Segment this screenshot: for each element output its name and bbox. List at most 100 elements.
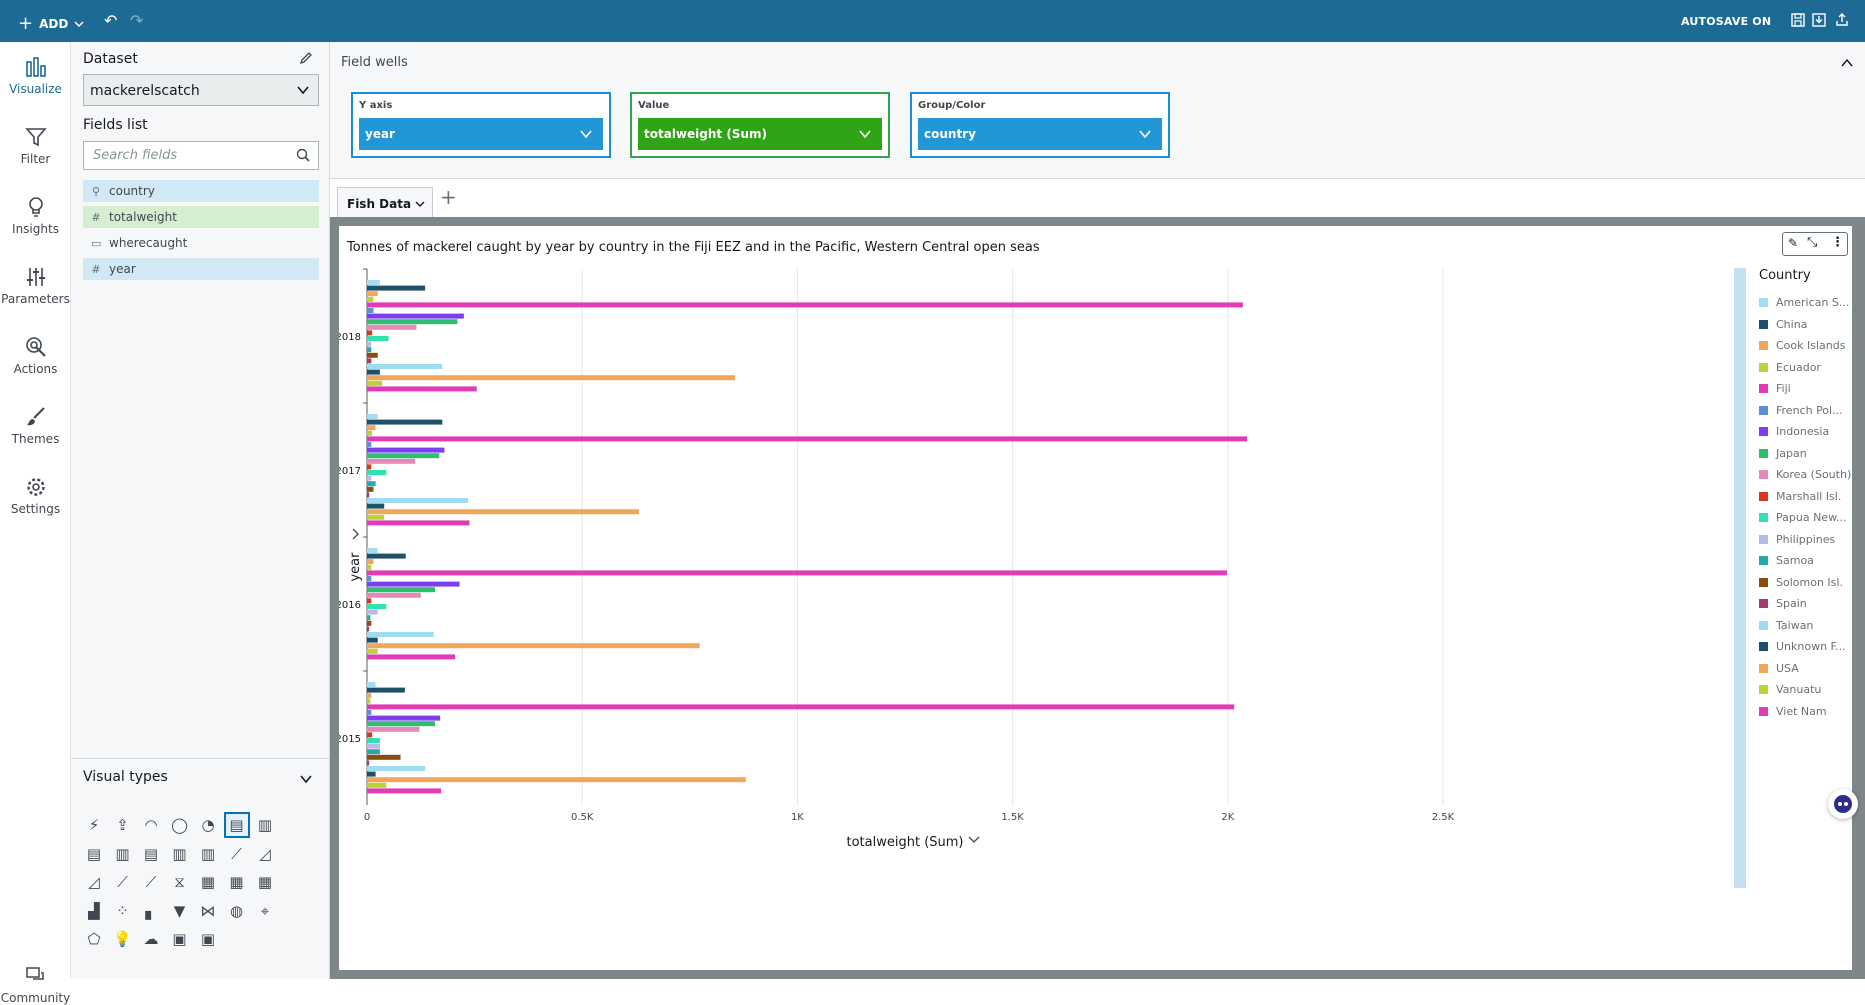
x-tick-label: 2K	[1221, 812, 1234, 823]
point-map-visual-type-icon[interactable]: ⌖	[252, 898, 278, 924]
histogram-visual-type-icon[interactable]: ▖	[138, 898, 164, 924]
gauge-visual-type-icon[interactable]: ◠	[138, 812, 164, 838]
tree-map-visual-type-icon[interactable]: ▟	[81, 898, 107, 924]
chevron-down-icon	[580, 130, 592, 139]
sankey-visual-type-icon[interactable]: ⋈	[195, 898, 221, 924]
bar	[367, 766, 426, 771]
custom-visual-visual-type-icon[interactable]: ▣	[195, 926, 221, 952]
share-icon[interactable]	[1834, 12, 1850, 28]
legend-scrollbar[interactable]	[1734, 268, 1746, 888]
legend-item[interactable]: Viet Nam	[1759, 705, 1827, 718]
word-cloud-visual-type-icon[interactable]: ☁	[138, 926, 164, 952]
field-wherecaught[interactable]: ▭ wherecaught	[83, 232, 319, 254]
legend-item[interactable]: Fiji	[1759, 382, 1791, 395]
scrollbar-thumb[interactable]	[1734, 268, 1746, 888]
well-label: Y axis	[359, 100, 393, 111]
nav-actions[interactable]: Actions	[0, 336, 71, 376]
vertical-100-bar-visual-type-icon[interactable]: ▥	[167, 841, 193, 867]
add-button[interactable]: + ADD	[18, 13, 84, 34]
more-options-icon[interactable]: ⋮	[1831, 235, 1844, 250]
well-y-axis-value[interactable]: year	[359, 118, 603, 150]
donut-visual-type-icon[interactable]: ◯	[167, 812, 193, 838]
legend-item[interactable]: Samoa	[1759, 554, 1814, 567]
field-year[interactable]: # year	[83, 258, 319, 280]
gear-icon	[26, 478, 45, 496]
horizontal-100-bar-visual-type-icon[interactable]: ▤	[138, 841, 164, 867]
pivot-table-visual-type-icon[interactable]: ▦	[224, 869, 250, 895]
legend-item[interactable]: Indonesia	[1759, 425, 1829, 438]
nav-visualize[interactable]: Visualize	[0, 56, 71, 96]
filled-map-visual-type-icon[interactable]: ◍	[224, 898, 250, 924]
nav-parameters[interactable]: Parameters	[0, 266, 71, 306]
vertical-stacked-bar-visual-type-icon[interactable]: ▥	[110, 841, 136, 867]
legend-item[interactable]: Papua New...	[1759, 511, 1847, 524]
field-country[interactable]: ⚲ country	[83, 180, 319, 202]
legend-item[interactable]: Korea (South)	[1759, 468, 1851, 481]
bar	[367, 732, 373, 738]
legend-item[interactable]: Cook Islands	[1759, 339, 1845, 352]
line-visual-type-icon[interactable]: ⟋	[224, 841, 250, 867]
legend-item[interactable]: Unknown F...	[1759, 640, 1846, 653]
radar-visual-type-icon[interactable]: ⬠	[81, 926, 107, 952]
bar	[367, 726, 420, 732]
assistant-bot-icon[interactable]	[1828, 789, 1858, 819]
table-visual-type-icon[interactable]: ▦	[252, 869, 278, 895]
insight-visual-type-icon[interactable]: 💡	[110, 926, 136, 952]
chevron-down-icon[interactable]	[299, 772, 313, 786]
download-icon[interactable]	[1811, 12, 1827, 28]
legend-item[interactable]: Japan	[1759, 447, 1807, 460]
area-line-visual-type-icon[interactable]: ◿	[252, 841, 278, 867]
pie-visual-type-icon[interactable]: ◔	[195, 812, 221, 838]
well-value-value[interactable]: totalweight (Sum)	[638, 118, 882, 150]
bar	[367, 308, 374, 313]
autograph-visual-type-icon[interactable]: ⚡	[81, 812, 107, 838]
field-totalweight[interactable]: # totalweight	[83, 206, 319, 228]
scatter-visual-type-icon[interactable]: ⁘	[110, 898, 136, 924]
legend-item[interactable]: Spain	[1759, 597, 1807, 610]
undo-icon[interactable]: ↶	[104, 11, 117, 30]
vertical-bar-visual-type-icon[interactable]: ▥	[252, 812, 278, 838]
legend-item[interactable]: Vanuatu	[1759, 683, 1821, 696]
autosave-toggle[interactable]: AUTOSAVE ON	[1681, 15, 1771, 28]
stacked-area-visual-type-icon[interactable]: ◿	[81, 869, 107, 895]
funnel-visual-type-icon[interactable]: ▼	[167, 898, 193, 924]
box-plot-visual-type-icon[interactable]: ⧖	[167, 869, 193, 895]
bar-chart-visual[interactable]: Tonnes of mackerel caught by year by cou…	[339, 226, 1852, 970]
nav-themes[interactable]: Themes	[0, 406, 71, 446]
nav-community[interactable]: Community	[0, 965, 71, 1005]
save-icon[interactable]	[1790, 12, 1806, 28]
redo-icon[interactable]: ↷	[130, 11, 143, 30]
combo-line-visual-type-icon[interactable]: ⟋	[110, 869, 136, 895]
collapse-icon[interactable]	[1840, 56, 1854, 70]
dataset-select[interactable]: mackerelscatch	[83, 74, 319, 106]
search-fields-input[interactable]: Search fields	[83, 141, 319, 170]
legend-item[interactable]: Ecuador	[1759, 361, 1821, 374]
combo-bar-visual-type-icon[interactable]: ▥	[195, 841, 221, 867]
legend-item[interactable]: American S...	[1759, 296, 1849, 309]
legend-item[interactable]: China	[1759, 318, 1807, 331]
well-value: Value totalweight (Sum)	[630, 92, 890, 158]
sheet-tab[interactable]: Fish Data	[337, 187, 433, 218]
legend-item[interactable]: Taiwan	[1759, 619, 1813, 632]
legend-item[interactable]: Philippines	[1759, 533, 1835, 546]
bar	[367, 442, 372, 447]
bar	[367, 503, 385, 509]
radar-line-visual-type-icon[interactable]: ⟋	[138, 869, 164, 895]
edit-dataset-icon[interactable]	[299, 51, 313, 65]
legend-item[interactable]: Marshall Isl.	[1759, 490, 1841, 503]
add-sheet-icon[interactable]: +	[440, 185, 457, 209]
collapse-arrows-icon[interactable]: ⤡	[1807, 235, 1817, 250]
horizontal-bar-visual-type-icon[interactable]: ▤	[223, 812, 250, 838]
legend-item[interactable]: French Pol...	[1759, 404, 1843, 417]
image-visual-type-icon[interactable]: ▣	[167, 926, 193, 952]
nav-filter[interactable]: Filter	[0, 126, 71, 166]
legend-item[interactable]: USA	[1759, 662, 1799, 675]
horizontal-stacked-bar-visual-type-icon[interactable]: ▤	[81, 841, 107, 867]
nav-insights[interactable]: Insights	[0, 196, 71, 236]
edit-icon[interactable]: ✎	[1788, 236, 1798, 250]
heat-map-visual-type-icon[interactable]: ▦	[195, 869, 221, 895]
well-group-color-value[interactable]: country	[918, 118, 1162, 150]
legend-item[interactable]: Solomon Isl.	[1759, 576, 1843, 589]
kpi-visual-type-icon[interactable]: ⇪	[110, 812, 136, 838]
nav-settings[interactable]: Settings	[0, 476, 71, 516]
